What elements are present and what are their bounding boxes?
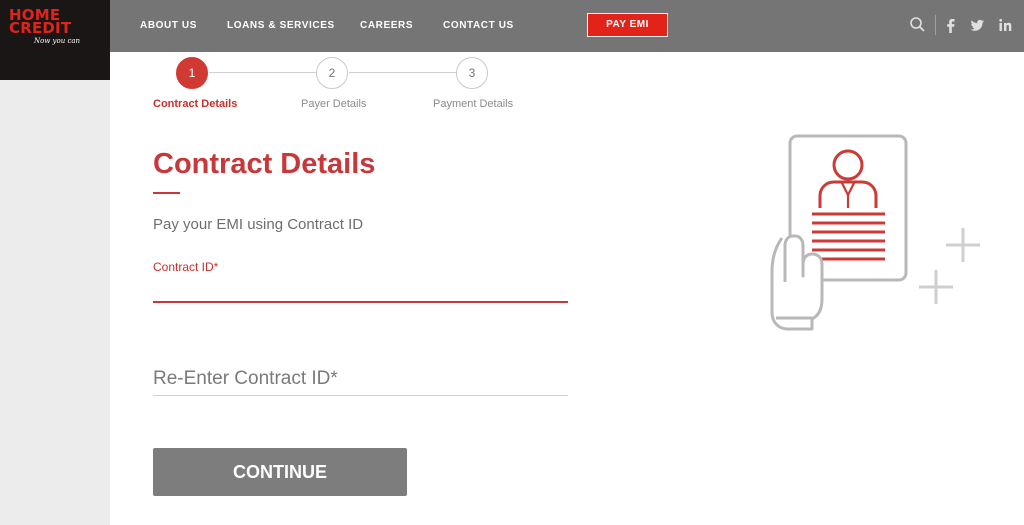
page-title: Contract Details	[153, 148, 376, 180]
logo-tagline: Now you can	[34, 37, 81, 45]
step-3-circle[interactable]: 3	[456, 57, 488, 89]
contract-document-icon	[770, 134, 980, 331]
reenter-contract-id-input[interactable]	[153, 362, 568, 396]
twitter-icon[interactable]	[968, 15, 986, 35]
stepper-connector-2	[349, 72, 456, 73]
linkedin-icon[interactable]	[996, 15, 1014, 35]
title-underline	[153, 192, 180, 194]
nav-about-us[interactable]: ABOUT US	[140, 20, 197, 31]
nav-careers[interactable]: CAREERS	[360, 20, 413, 31]
facebook-icon[interactable]	[942, 15, 960, 35]
nav-contact-us[interactable]: CONTACT US	[443, 20, 514, 31]
top-navigation-bar: ABOUT US LOANS & SERVICES CAREERS CONTAC…	[110, 0, 1024, 52]
search-icon[interactable]	[909, 15, 927, 35]
continue-button[interactable]: CONTINUE	[153, 448, 407, 496]
step-3-label: Payment Details	[433, 98, 514, 110]
logo-text-credit: CREDIT	[9, 19, 72, 37]
pay-emi-button[interactable]: PAY EMI	[587, 13, 668, 37]
contract-id-label: Contract ID*	[153, 260, 219, 274]
home-credit-logo[interactable]: HOME CREDIT Now you can	[0, 0, 110, 80]
icon-divider	[935, 15, 936, 35]
nav-loans-services[interactable]: LOANS & SERVICES	[227, 20, 335, 31]
stepper-connector-1	[209, 72, 316, 73]
step-2-label: Payer Details	[301, 98, 367, 110]
contract-id-input[interactable]	[153, 277, 568, 303]
page-subtitle: Pay your EMI using Contract ID	[153, 216, 364, 233]
step-1-circle[interactable]: 1	[176, 57, 208, 89]
step-2-circle[interactable]: 2	[316, 57, 348, 89]
step-1-label: Contract Details	[153, 98, 238, 110]
